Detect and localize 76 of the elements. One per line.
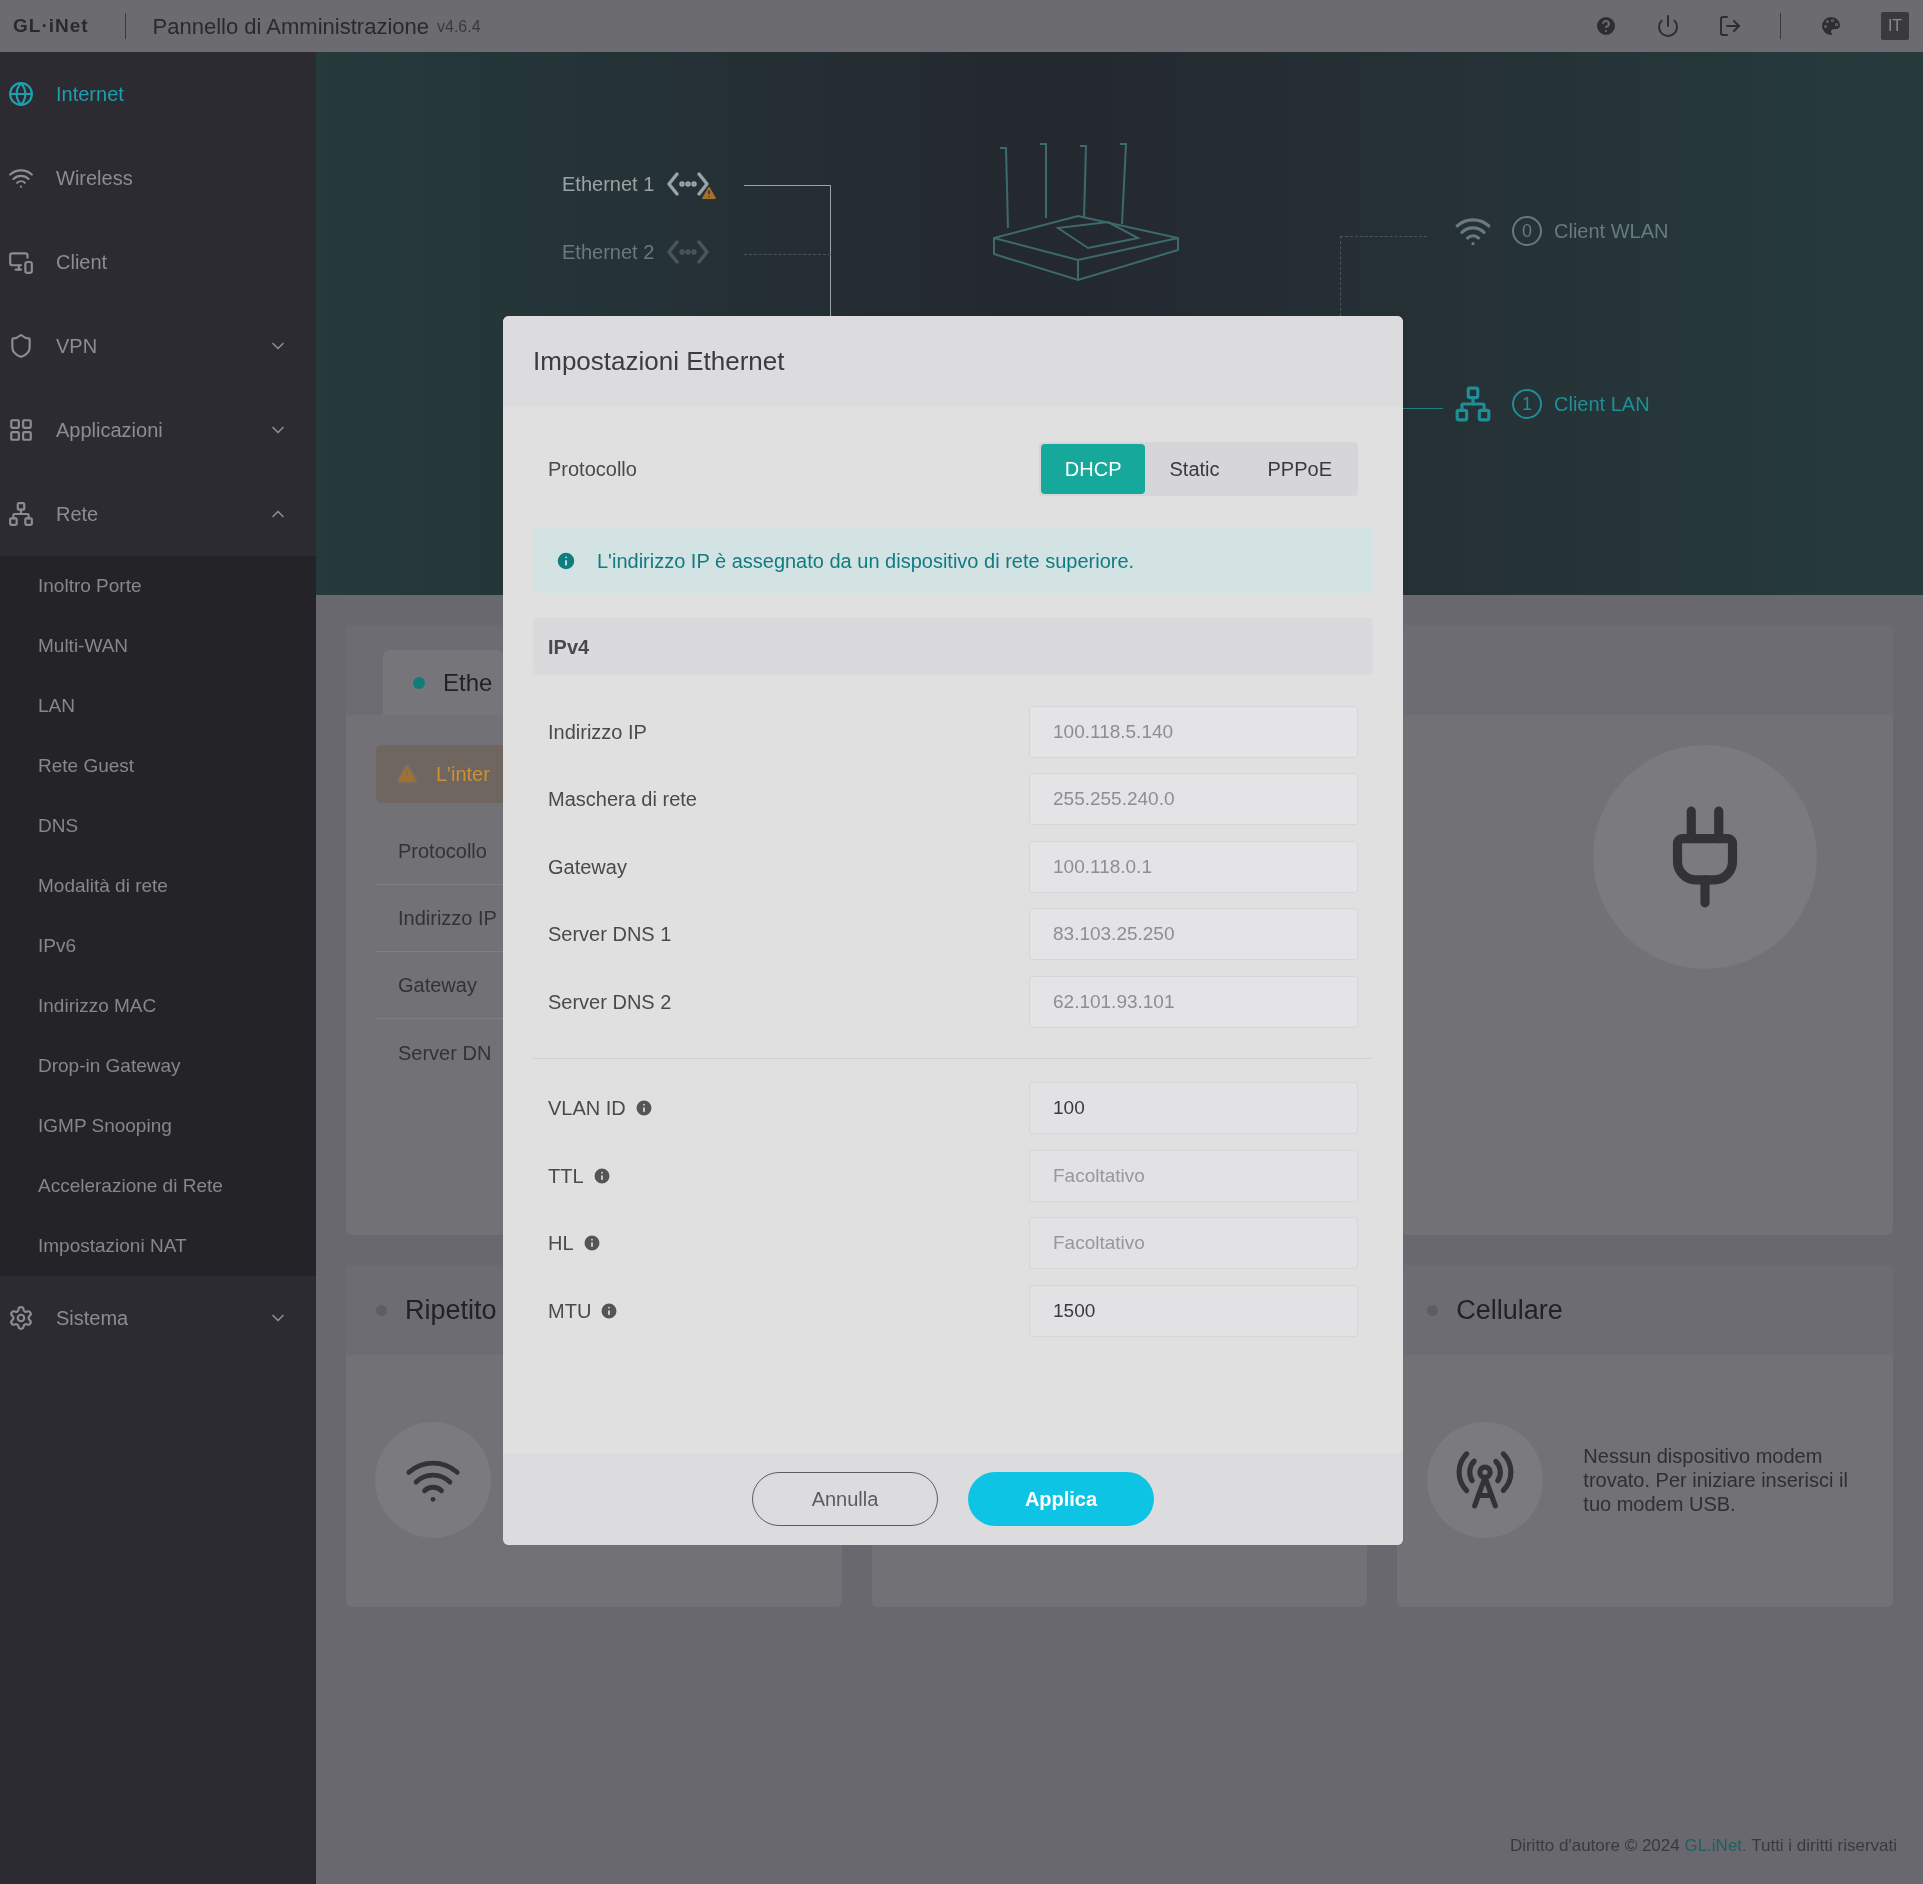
info-icon [581,1233,602,1254]
field-label: Server DNS 2 [548,989,672,1015]
submenu-item[interactable]: Inoltro Porte [0,556,316,616]
network-icon [8,501,34,527]
ethernet-port-icon [666,238,711,266]
submenu-item[interactable]: Impostazioni NAT [0,1216,316,1276]
empty-message: Nessun dispositivo modem trovato. Per iniziare inserisci il tuo modem USB. [1583,1444,1849,1516]
submenu-item[interactable]: IPv6 [0,916,316,976]
field-label: TTL [548,1163,584,1189]
sidebar-item[interactable]: Wireless [0,136,316,220]
info-icon [599,1300,620,1321]
submenu-item[interactable]: Modalità di rete [0,856,316,916]
port-label: Ethernet 2 [562,240,655,265]
client-label: Client LAN [1554,392,1650,417]
card-title: Cellulare [1456,1293,1563,1327]
field-label: Server DNS 1 [548,922,672,948]
input-field[interactable]: Facoltativo [1029,1149,1358,1202]
protocol-tab[interactable]: Static [1145,444,1244,494]
submenu-item[interactable]: DNS [0,796,316,856]
sidebar-item[interactable]: Applicazioni [0,388,316,472]
palette-icon[interactable] [1819,14,1843,38]
dialog-title: Impostazioni Ethernet [533,345,785,378]
submenu-item[interactable]: Indirizzo MAC [0,976,316,1036]
client-count: 1 [1512,389,1542,419]
field-label: Gateway [548,854,627,880]
info-icon [555,549,577,572]
logout-icon[interactable] [1718,14,1742,38]
help-icon[interactable] [1594,14,1618,38]
submenu-item[interactable]: LAN [0,676,316,736]
submenu-item[interactable]: Rete Guest [0,736,316,796]
row-label: Server DN [398,1040,492,1066]
shield-icon [8,333,34,359]
client-count: 0 [1512,216,1542,246]
sidebar-item[interactable]: Sistema [0,1276,316,1360]
card-title: Ethe [443,667,493,698]
warning-icon [396,763,418,785]
input-field[interactable]: Facoltativo [1029,1217,1358,1270]
grid-icon [8,417,34,443]
field-label: Indirizzo IP [548,719,647,745]
logo: GL·iNet [13,13,89,38]
submenu-item[interactable]: Multi-WAN [0,616,316,676]
devices-icon [8,249,34,275]
power-icon[interactable] [1656,14,1680,38]
protocol-tab[interactable]: PPPoE [1243,444,1356,494]
language-button[interactable]: IT [1881,12,1909,40]
input-field[interactable]: 1500 [1029,1284,1358,1337]
app-title: Pannello di Amministrazione [152,12,429,41]
port-label: Ethernet 1 [562,172,655,197]
globe-icon [8,81,34,107]
lan-device-icon [1454,385,1492,423]
row-label: Gateway [398,973,477,998]
protocol-tab[interactable]: DHCP [1040,444,1146,494]
section-header: IPv4 [533,618,1373,675]
sidebar-item[interactable]: VPN [0,304,316,388]
settings-icon [8,1305,34,1331]
sidebar-item[interactable]: Client [0,220,316,304]
submenu-item[interactable]: IGMP Snooping [0,1096,316,1156]
sidebar-item[interactable]: Rete [0,472,316,556]
row-label: Indirizzo IP [398,906,497,931]
submenu-item[interactable]: Accelerazione di Rete [0,1156,316,1216]
field-label: Maschera di rete [548,787,697,813]
sidebar-item[interactable]: Internet [0,52,316,136]
field-label: HL [548,1231,574,1257]
info-banner: L'indirizzo IP è assegnato da un dispositivo di rete superiore. [533,528,1373,593]
field-label: Protocollo [548,457,638,482]
connector-line [1403,408,1443,409]
field-label: VLAN ID [548,1096,626,1122]
row-label: Protocollo [398,839,487,864]
info-icon [633,1098,654,1119]
field-label: MTU [548,1298,592,1324]
submenu-item[interactable]: Drop-in Gateway [0,1036,316,1096]
info-icon [591,1165,612,1186]
ethernet-port-icon [666,170,711,198]
card-title: Ripetito [405,1293,497,1327]
client-label: Client WLAN [1554,219,1669,244]
input-field[interactable]: 100 [1029,1082,1358,1135]
